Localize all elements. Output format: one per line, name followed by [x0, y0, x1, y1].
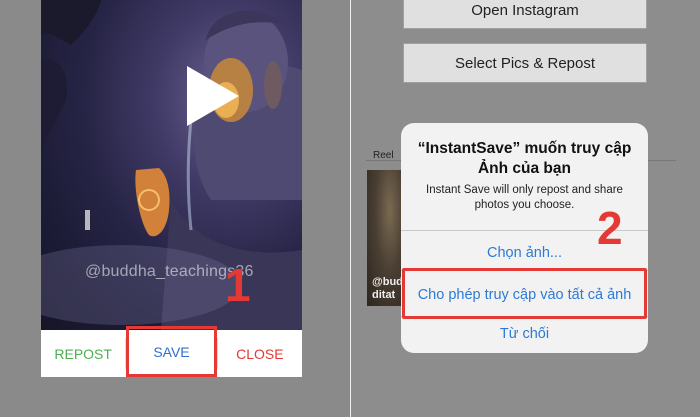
- save-button[interactable]: SAVE: [126, 326, 217, 377]
- play-icon[interactable]: [183, 64, 241, 128]
- deny-button[interactable]: Từ chối: [401, 326, 648, 342]
- reel-thumbnail-caption: @bud ditat: [372, 276, 403, 302]
- open-instagram-button[interactable]: Open Instagram: [403, 0, 647, 29]
- repost-button[interactable]: REPOST: [41, 330, 125, 377]
- step-number-2: 2: [597, 202, 623, 254]
- dialog-title: “InstantSave” muốn truy cập Ảnh của bạn: [417, 140, 632, 177]
- reel-caption-line-2: ditat: [372, 289, 396, 301]
- select-pics-repost-button[interactable]: Select Pics & Repost: [403, 43, 647, 83]
- action-bar: REPOST SAVE CLOSE: [41, 326, 302, 377]
- step-number-1: 1: [225, 259, 251, 311]
- allow-all-highlight-box: [402, 268, 647, 319]
- close-button[interactable]: CLOSE: [218, 330, 302, 377]
- reel-caption-line-1: @bud: [372, 276, 403, 288]
- video-preview[interactable]: @buddha_teachings36: [41, 0, 302, 330]
